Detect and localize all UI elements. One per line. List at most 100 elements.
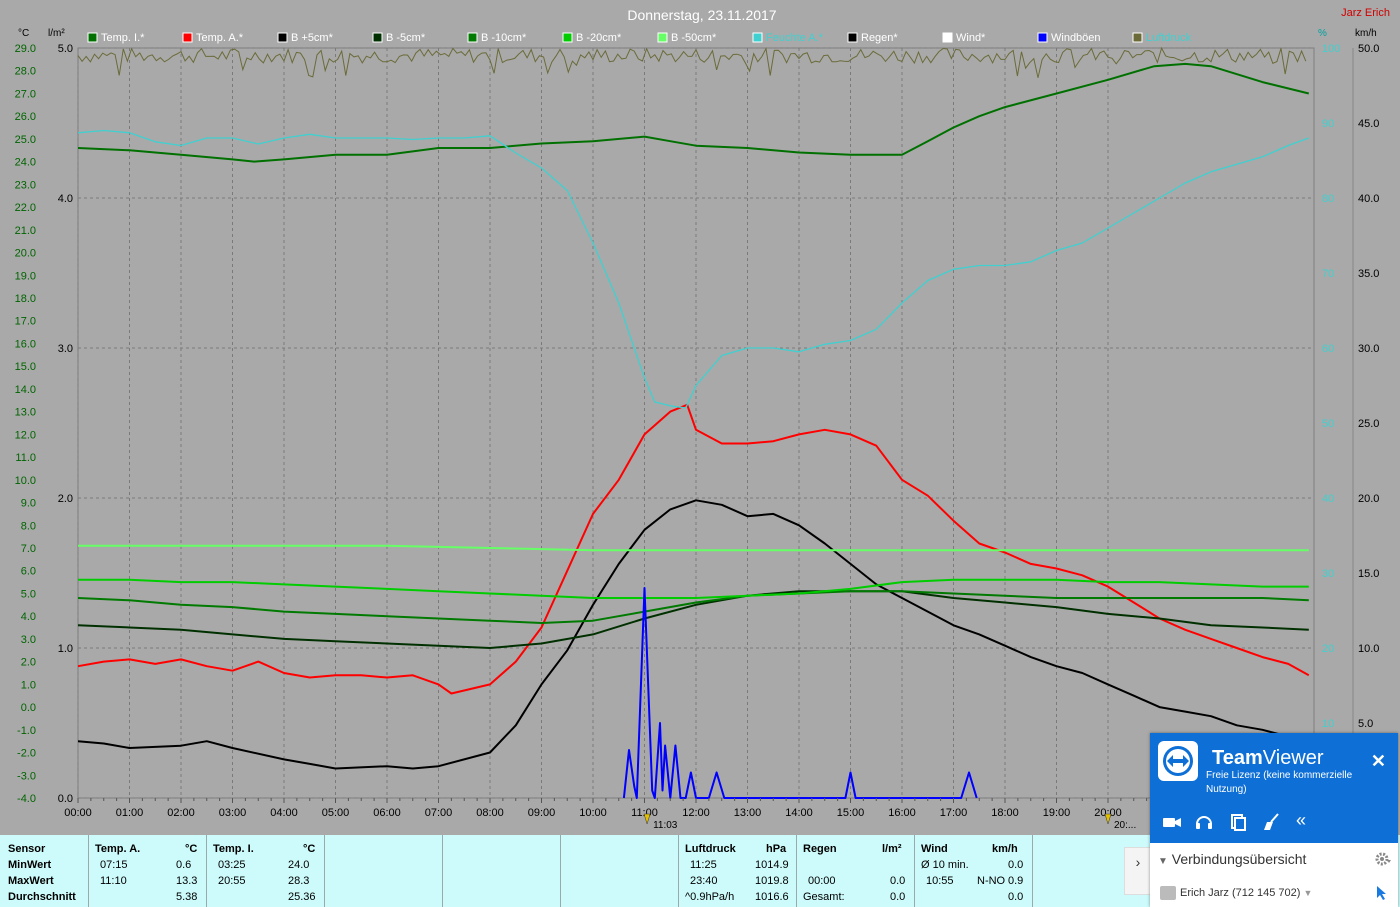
time-tick-label: 16:00 [888, 807, 916, 819]
chart-title: Donnerstag, 23.11.2017 [627, 7, 776, 23]
temp-tick-label: 28.0 [15, 66, 36, 78]
teamviewer-header: TeamViewer Freie Lizenz (keine kommerzie… [1150, 733, 1398, 843]
legend-swatch [87, 32, 98, 43]
wind-avg-label: Ø 10 min. [921, 859, 969, 871]
temp-tick-label: -1.0 [17, 725, 36, 737]
temp-tick-label: 0.0 [21, 702, 36, 714]
luftdruck-max-value: 1019.8 [755, 875, 789, 887]
legend-label: Temp. I.* [101, 32, 145, 44]
rain-tick-label: 1.0 [58, 643, 73, 655]
teamviewer-brand-viewer: Viewer [1262, 747, 1324, 769]
time-tick-label: 10:00 [579, 807, 607, 819]
humidity-tick-label: 40 [1322, 493, 1334, 505]
regen-total-label: Gesamt: [803, 891, 845, 903]
legend-label: B +5cm* [291, 32, 334, 44]
time-tick-label: 03:00 [219, 807, 247, 819]
legend-swatch [1037, 32, 1048, 43]
temp-tick-label: 9.0 [21, 498, 36, 510]
temp-i-max-value: 28.3 [288, 875, 310, 887]
teamviewer-expand-toggle[interactable]: › [1124, 847, 1152, 895]
column-divider [88, 835, 89, 907]
legend-label: B -20cm* [576, 32, 622, 44]
temp-tick-label: 2.0 [21, 657, 36, 669]
chart-author: Jarz Erich [1341, 7, 1390, 19]
legend-label: Regen* [861, 32, 898, 44]
chevron-down-icon: ▼ [1158, 856, 1168, 867]
weather-chart: 00:00 01:00 02:00 03:00 04:00 05:00 06:00 07:00… [0, 0, 1400, 835]
temp-tick-label: 16.0 [15, 338, 36, 350]
luftdruck-average: 1016.6 [755, 891, 789, 903]
column-divider [678, 835, 679, 907]
humidity-tick-label: 90 [1322, 118, 1334, 130]
time-tick-label: 04:00 [270, 807, 298, 819]
time-tick-label: 02:00 [167, 807, 195, 819]
temp-tick-label: 7.0 [21, 543, 36, 555]
temp-a-average: 5.38 [176, 891, 198, 903]
temp-tick-label: 22.0 [15, 202, 36, 214]
video-camera-icon[interactable] [1162, 813, 1182, 831]
temp-tick-label: 3.0 [21, 634, 36, 646]
wind-tick-label: 50.0 [1358, 43, 1379, 55]
headset-icon[interactable] [1194, 813, 1214, 831]
stats-header-temp-a: Temp. A. [95, 843, 141, 855]
time-tick-label: 01:00 [116, 807, 144, 819]
temp-tick-label: 25.0 [15, 134, 36, 146]
regen-max-time: 00:00 [808, 875, 836, 887]
connected-user[interactable]: Erich Jarz (712 145 702) ▼ [1160, 886, 1312, 900]
column-divider [796, 835, 797, 907]
cursor-icon[interactable] [1376, 885, 1390, 901]
gear-icon[interactable] [1374, 851, 1392, 867]
humidity-tick-label: 70 [1322, 268, 1334, 280]
time-tick-label: 13:00 [734, 807, 762, 819]
rain-tick-label: 5.0 [58, 43, 73, 55]
stats-header-sensor: Sensor [8, 843, 46, 855]
temp-i-max-time: 20:55 [218, 875, 246, 887]
luftdruck-min-value: 1014.9 [755, 859, 789, 871]
stats-header-wind: Wind [921, 843, 948, 855]
time-tick-label: 14:00 [785, 807, 813, 819]
column-divider [560, 835, 561, 907]
column-divider [206, 835, 207, 907]
time-tick-label: 07:00 [425, 807, 453, 819]
teamviewer-brand-team: Team [1212, 747, 1263, 769]
time-marker-label: 20:... [1114, 820, 1136, 831]
collapse-icon[interactable]: « [1296, 810, 1316, 830]
temp-tick-label: 12.0 [15, 429, 36, 441]
user-avatar-icon [1160, 886, 1176, 900]
stats-header-regen-unit: l/m² [882, 843, 902, 855]
legend-swatch [182, 32, 193, 43]
close-icon[interactable]: ✕ [1371, 751, 1386, 772]
wind-tick-label: 25.0 [1358, 418, 1379, 430]
legend-swatch [847, 32, 858, 43]
stats-row-min-label: MinWert [8, 859, 52, 871]
temp-tick-label: 14.0 [15, 384, 36, 396]
luftdruck-min-time: 11:25 [690, 859, 717, 871]
broom-icon[interactable] [1262, 813, 1282, 831]
wind-axis-unit: km/h [1355, 28, 1377, 39]
time-tick-label: 15:00 [837, 807, 865, 819]
temp-tick-label: 11.0 [15, 452, 36, 464]
humidity-tick-label: 30 [1322, 568, 1334, 580]
time-tick-label: 06:00 [373, 807, 401, 819]
connection-overview-header[interactable]: ▼ Verbindungsübersicht [1158, 851, 1306, 867]
teamviewer-logo-icon [1158, 741, 1198, 781]
teamviewer-panel: TeamViewer Freie Lizenz (keine kommerzie… [1150, 733, 1398, 907]
time-tick-label: 19:00 [1043, 807, 1071, 819]
legend-label: Temp. A.* [196, 32, 244, 44]
legend-swatch [277, 32, 288, 43]
stats-header-regen: Regen [803, 843, 837, 855]
legend-swatch [372, 32, 383, 43]
humidity-tick-label: 80 [1322, 193, 1334, 205]
connected-user-label: Erich Jarz (712 145 702) [1180, 886, 1301, 899]
temp-a-max-value: 13.3 [176, 875, 198, 887]
stats-header-temp-i-unit: °C [303, 843, 316, 855]
legend-swatch [752, 32, 763, 43]
luftdruck-trend: ^0.9hPa/h [685, 891, 735, 903]
files-icon[interactable] [1228, 813, 1248, 831]
stats-header-wind-unit: km/h [992, 843, 1018, 855]
legend-swatch [562, 32, 573, 43]
time-tick-label: 00:00 [64, 807, 92, 819]
time-marker-label: 11:03 [653, 820, 678, 831]
legend-label: B -5cm* [386, 32, 426, 44]
wind-average: 0.0 [1008, 891, 1024, 903]
